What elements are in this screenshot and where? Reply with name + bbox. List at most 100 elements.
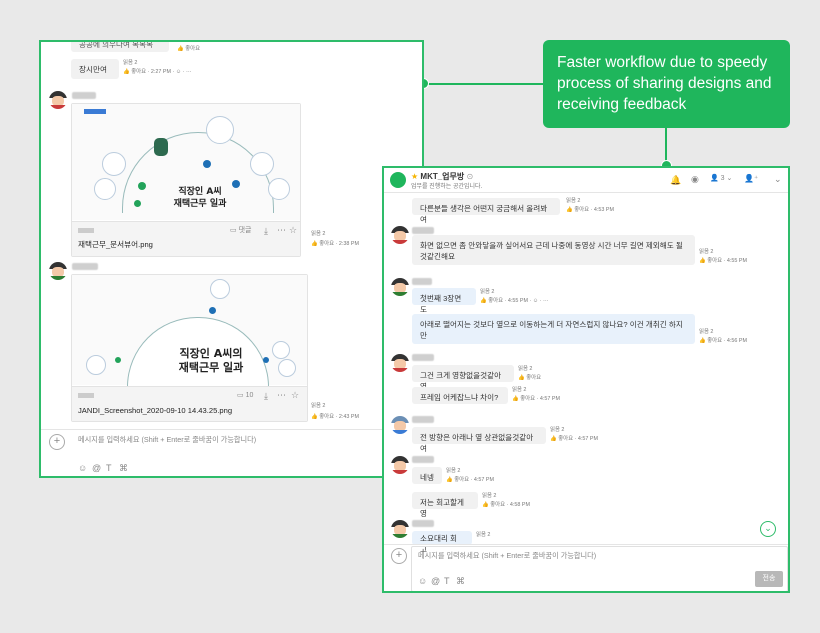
message-meta: 읽음 2 [480,289,495,295]
more-icon[interactable]: ⋯ [277,225,286,235]
message-meta: 👍 좋아요 · 4:58 PM [482,502,530,508]
diagram-hub [134,200,141,207]
avatar[interactable] [391,456,409,474]
command-icon[interactable]: ⌘ [456,576,465,586]
file-card-footer: ▭ 10 ⤓ ⋯ ☆ JANDI_Screenshot_2020-09-10 1… [72,386,307,421]
message-input[interactable]: 메시지를 입력하세요 (Shift + Enter로 줄바꿈이 가능합니다) [78,435,408,445]
file-name[interactable]: JANDI_Screenshot_2020-09-10 14.43.25.png [78,406,232,415]
file-name[interactable]: 재택근무_문서뷰어.png [78,239,153,250]
avatar[interactable] [391,520,409,538]
avatar[interactable] [391,278,409,296]
scroll-to-bottom-button[interactable]: ⌄ [760,521,776,537]
message-bubble[interactable]: 전 방향은 아래나 옆 상관없을것같아여 [412,427,546,453]
callout-connector-left [424,83,543,85]
bell-icon[interactable]: 🔔 [670,175,681,185]
text-format-icon[interactable]: T [106,463,112,473]
download-icon[interactable]: ⤓ [264,391,268,401]
message-bubble[interactable]: 프레임 어케잡느냐 차이? [412,387,508,404]
message-meta: 읽음 2 [512,387,527,393]
message-meta: 읽음 2 [446,468,461,474]
channel-subtitle: 업무를 진행하는 공간입니다. [411,184,483,190]
diagram-node [102,152,126,176]
channel-logo [390,172,406,188]
message-bubble[interactable]: 그건 크게 영향없을것같아영 [412,365,514,391]
partial-message: 공공에 의우나여 목목목 [71,42,169,52]
file-size [78,228,94,233]
message-bubble[interactable]: 화면 없으면 좀 안와닿을까 싶어서요 근데 나중에 동영상 시간 너무 길면 … [412,235,695,265]
diagram-node [278,359,296,377]
image-title: 직장인 A씨 재택근무 일과 [173,187,227,209]
avatar[interactable] [49,91,67,109]
message-input-box[interactable]: 메시지를 입력하세요 (Shift + Enter로 줄바꿈이 가능합니다) ☺… [411,546,788,591]
message-bubble[interactable]: 아래로 떨어지는 것보다 옆으로 이동하는게 더 자연스럽지 않나요? 이건 개… [412,314,695,344]
diagram-node [94,178,116,200]
message-bubble[interactable]: 저는 회고할게영 [412,492,478,518]
message-meta: 👍 좋아요 · 4:57 PM [512,396,560,402]
message-meta: 읽음 2 [699,329,714,335]
mention-icon[interactable]: @ [92,463,101,473]
message-meta: 읽음 2 [518,366,533,372]
sender-name [72,92,96,99]
file-card-footer: ▭ 댓글 ⤓ ⋯ ☆ 재택근무_문서뷰어.png [72,221,300,256]
file-card[interactable]: 직장인 A씨 재택근무 일과 ▭ 댓글 ⤓ ⋯ ☆ 재택근무_문서뷰어.png [71,103,301,257]
diagram-hub [138,182,146,190]
diagram-node [210,279,230,299]
emoji-icon[interactable]: ☺ [418,576,427,586]
message-bubble[interactable]: 다른분들 생각은 어떤지 궁금해서 올려봐여 [412,198,560,224]
sender-name [412,456,434,463]
diagram-hub [115,357,121,363]
file-meta: 👍 좋아요 · 2:43 PM [311,414,359,420]
comment-icon[interactable]: ▭ 댓글 [230,226,251,236]
sender-name [412,227,434,234]
star-icon[interactable]: ☆ [291,390,299,400]
input-divider [384,544,788,545]
avatar[interactable] [391,416,409,434]
diagram-hub [203,160,211,168]
mention-icon[interactable]: @ [431,576,440,586]
file-card[interactable]: 직장인 A씨의 재택근무 일과 ▭ 10 ⤓ ⋯ ☆ JANDI_Screensh… [71,274,308,422]
image-title: 직장인 A씨의 재택근무 일과 [178,347,244,374]
message-meta: 읽음 2 [482,493,497,499]
sender-name [412,278,432,285]
message-bubble[interactable]: 네넹 [412,467,442,484]
avatar[interactable] [391,226,409,244]
file-preview-image[interactable]: 직장인 A씨 재택근무 일과 [72,104,300,220]
message-bubble[interactable]: 첫번째 3장면도 [412,288,476,314]
file-preview-image[interactable]: 직장인 A씨의 재택근무 일과 [72,275,307,388]
text-format-icon[interactable]: T [444,576,450,586]
sender-name [412,354,434,361]
file-meta: 👍 좋아요 · 2:38 PM [311,241,359,247]
file-size [78,393,94,398]
eye-icon[interactable]: ◉ [691,174,699,184]
message-meta: 👍 좋아요 · 4:57 PM [446,477,494,483]
message-input[interactable]: 메시지를 입력하세요 (Shift + Enter로 줄바꿈이 가능합니다) [418,551,596,561]
command-icon[interactable]: ⌘ [119,463,128,473]
members-icon[interactable]: 👤 3 ⌄ [710,174,732,184]
diagram-hub [263,357,269,363]
message-bubble[interactable]: 소요대리 회고 [412,531,472,554]
chat-panel-left: 공공에 의우나여 목목목 👍 좋아요 장시만여 읽음 2 👍 좋아요 · 2:2… [39,40,424,478]
diagram-node [86,355,106,375]
message-meta: 읽음 2 [566,198,581,204]
comment-icon[interactable]: ▭ 10 [237,391,253,401]
message-meta: 읽음 2 [476,532,491,538]
download-icon[interactable]: ⤓ [264,226,268,236]
emoji-icon[interactable]: ☺ [78,463,87,473]
star-icon[interactable]: ☆ [289,225,297,235]
message-meta: 👍 좋아요 · 4:55 PM · ☺ · ⋯ [480,298,549,304]
chevron-down-icon[interactable]: ⌄ [774,174,782,184]
avatar[interactable] [49,262,67,280]
more-icon[interactable]: ⋯ [277,390,286,400]
diagram-node [272,341,290,359]
message-bubble[interactable]: 장시만여 [71,59,119,79]
sender-name [72,263,98,270]
send-button[interactable]: 전송 [755,571,783,587]
add-attachment-icon[interactable]: + [391,548,407,564]
partial-message-meta: 👍 좋아요 [177,46,201,52]
invite-icon[interactable]: 👤⁺ [744,174,758,184]
message-meta: 👍 좋아요 · 2:27 PM · ☺ · ⋯ [123,69,192,75]
feature-callout: Faster workflow due to speedy process of… [543,40,790,128]
add-attachment-icon[interactable]: + [49,434,65,450]
avatar[interactable] [391,354,409,372]
chat-panel-right: ★ MKT_업무방 ⊙ 업무를 진행하는 공간입니다. 🔔 ◉ 👤 3 ⌄ 👤⁺… [382,166,790,593]
